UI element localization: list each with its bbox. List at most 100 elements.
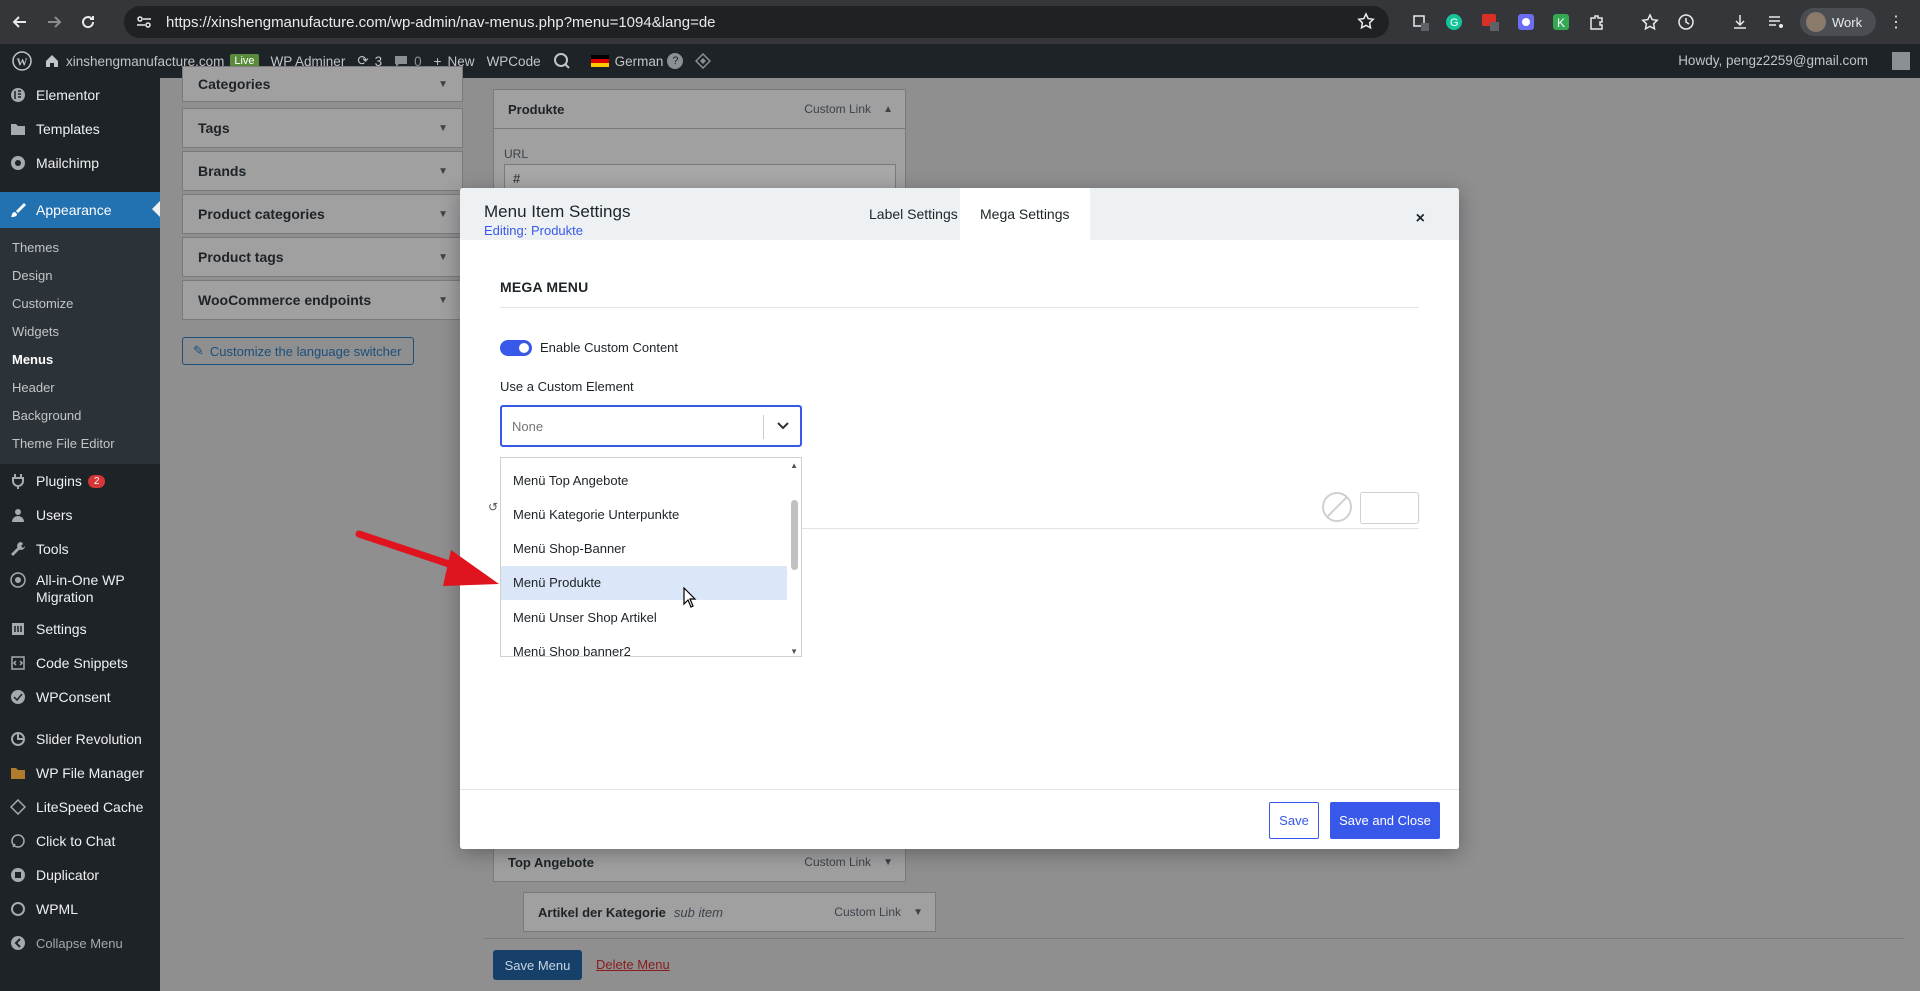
user-avatar[interactable] (1892, 52, 1910, 70)
bookmark-star-icon[interactable] (1357, 12, 1375, 30)
dropdown-scrollbar[interactable]: ▲ ▼ (787, 458, 801, 656)
sidebar-item-slider-revolution[interactable]: Slider Revolution (0, 722, 160, 756)
customize-language-switcher-button[interactable]: ✎ Customize the language switcher (182, 337, 414, 365)
scroll-down-icon[interactable]: ▼ (790, 647, 798, 656)
save-menu-button[interactable]: Save Menu (493, 950, 582, 980)
diamond-icon[interactable] (695, 53, 712, 69)
sidebar-item-duplicator[interactable]: Duplicator (0, 858, 160, 892)
reset-icon[interactable]: ↺ (488, 500, 498, 514)
green-k-extension-icon[interactable]: K (1549, 10, 1573, 34)
download-icon[interactable] (1728, 10, 1752, 34)
wpcode-link[interactable]: WPCode (487, 54, 541, 69)
tab-mega-settings[interactable]: Mega Settings (960, 188, 1090, 240)
sidebar-item-settings[interactable]: Settings (0, 612, 160, 646)
accordion-woocommerce-endpoints[interactable]: WooCommerce endpoints ▼ (182, 280, 463, 320)
purple-extension-icon[interactable] (1514, 10, 1538, 34)
sidebar-item-appearance[interactable]: Appearance (0, 192, 160, 228)
chevron-down-icon[interactable] (776, 419, 790, 433)
sidebar-item-elementor[interactable]: Elementor (0, 78, 160, 112)
menu-item-produkte[interactable]: Produkte Custom Link ▲ (493, 89, 906, 129)
red-extension-icon[interactable] (1478, 10, 1502, 34)
search-icon[interactable] (553, 52, 571, 70)
menu-item-title: Artikel der Kategorie (538, 904, 666, 920)
save-and-close-button[interactable]: Save and Close (1330, 802, 1440, 839)
history-icon[interactable] (1674, 10, 1698, 34)
dropdown-option[interactable]: Menü Kategorie Unterpunkte (501, 498, 787, 532)
accordion-product-categories[interactable]: Product categories ▼ (182, 194, 463, 234)
sidebar-item-plugins[interactable]: Plugins 2 (0, 464, 160, 498)
sidebar-item-click-to-chat[interactable]: Click to Chat (0, 824, 160, 858)
sidebar-item-label: WPML (36, 901, 78, 917)
admin-sidebar: Elementor Templates Mailchimp Appearance… (0, 78, 160, 991)
profile-chip[interactable]: Work (1800, 8, 1876, 36)
paintbrush-icon (10, 202, 30, 218)
sidebar-sub-menus[interactable]: Menus (0, 346, 160, 374)
sidebar-item-label: Plugins (36, 473, 82, 489)
triangle-up-icon[interactable]: ▲ (883, 104, 893, 115)
sidebar-sub-customize[interactable]: Customize (0, 290, 160, 318)
save-button[interactable]: Save (1269, 802, 1319, 839)
migration-icon (10, 572, 30, 588)
media-queue-icon[interactable] (1764, 10, 1788, 34)
sidebar-sub-theme-file-editor[interactable]: Theme File Editor (0, 430, 160, 458)
puzzle-extensions-icon[interactable] (1585, 10, 1609, 34)
accordion-product-tags[interactable]: Product tags ▼ (182, 237, 463, 277)
sidebar-item-label: WPConsent (36, 689, 111, 705)
scroll-up-icon[interactable]: ▲ (790, 461, 798, 470)
site-settings-icon[interactable] (134, 12, 154, 32)
bookmarks-icon[interactable] (1638, 10, 1662, 34)
no-color-icon[interactable] (1322, 492, 1352, 522)
sidebar-sub-header[interactable]: Header (0, 374, 160, 402)
triangle-down-icon[interactable]: ▼ (883, 857, 893, 868)
german-flag-icon (590, 55, 609, 67)
close-icon[interactable]: × (1416, 210, 1425, 228)
sidebar-item-users[interactable]: Users (0, 498, 160, 532)
accordion-brands[interactable]: Brands ▼ (182, 151, 463, 191)
accordion-tags[interactable]: Tags ▼ (182, 108, 463, 148)
sidebar-item-wp-file-manager[interactable]: WP File Manager (0, 756, 160, 790)
wordpress-logo-icon[interactable]: W (12, 51, 32, 71)
triangle-down-icon[interactable]: ▼ (913, 907, 923, 918)
sidebar-item-wpml[interactable]: WPML (0, 892, 160, 926)
sidebar-sub-background[interactable]: Background (0, 402, 160, 430)
sidebar-item-litespeed-cache[interactable]: LiteSpeed Cache (0, 790, 160, 824)
tab-label-settings[interactable]: Label Settings (849, 188, 978, 240)
back-icon[interactable] (6, 8, 34, 36)
delete-menu-link[interactable]: Delete Menu (596, 957, 670, 972)
url-text[interactable]: https://xinshengmanufacture.com/wp-admin… (166, 14, 716, 31)
forward-icon[interactable] (40, 8, 68, 36)
dropdown-option[interactable]: Menü Shop banner2 (501, 635, 787, 656)
sidebar-sub-design[interactable]: Design (0, 262, 160, 290)
accordion-label: Brands (198, 163, 247, 179)
sidebar-item-code-snippets[interactable]: Code Snippets (0, 646, 160, 680)
extension-tag-icon[interactable] (1408, 10, 1432, 34)
sidebar-collapse-menu[interactable]: Collapse Menu (0, 926, 160, 960)
language-switcher[interactable]: German ? (590, 53, 684, 69)
sidebar-item-all-in-one-migration[interactable]: All-in-One WP Migration (0, 566, 160, 612)
reload-icon[interactable] (74, 8, 102, 36)
sidebar-sub-widgets[interactable]: Widgets (0, 318, 160, 346)
chat-icon (10, 833, 30, 849)
address-bar[interactable]: https://xinshengmanufacture.com/wp-admin… (124, 6, 1389, 38)
color-swatch-input[interactable] (1360, 492, 1419, 524)
sidebar-item-label: Tools (36, 541, 69, 557)
sidebar-item-templates[interactable]: Templates (0, 112, 160, 146)
accordion-categories[interactable]: Categories ▼ (182, 66, 463, 102)
dropdown-option[interactable]: Menü Unser Shop Artikel (501, 601, 787, 635)
plugin-icon (10, 473, 30, 489)
sidebar-item-mailchimp[interactable]: Mailchimp (0, 146, 160, 180)
select-value: None (512, 419, 544, 434)
howdy-user[interactable]: Howdy, pengz2259@gmail.com (1678, 53, 1868, 68)
menu-item-artikel-der-kategorie[interactable]: Artikel der Kategorie sub item Custom Li… (523, 892, 936, 932)
sidebar-item-tools[interactable]: Tools (0, 532, 160, 566)
enable-custom-content-toggle[interactable] (500, 340, 532, 356)
scrollbar-thumb[interactable] (791, 500, 798, 570)
dropdown-option[interactable]: Menü Shop-Banner (501, 532, 787, 566)
sidebar-sub-themes[interactable]: Themes (0, 234, 160, 262)
custom-element-select[interactable]: None (500, 405, 802, 447)
dropdown-option[interactable]: Menü Top Angebote (501, 464, 787, 498)
grammarly-icon[interactable]: G (1442, 10, 1466, 34)
dropdown-option-highlighted[interactable]: Menü Produkte (501, 566, 787, 600)
browser-menu-icon[interactable]: ⋮ (1888, 12, 1904, 32)
sidebar-item-wpconsent[interactable]: WPConsent (0, 680, 160, 714)
